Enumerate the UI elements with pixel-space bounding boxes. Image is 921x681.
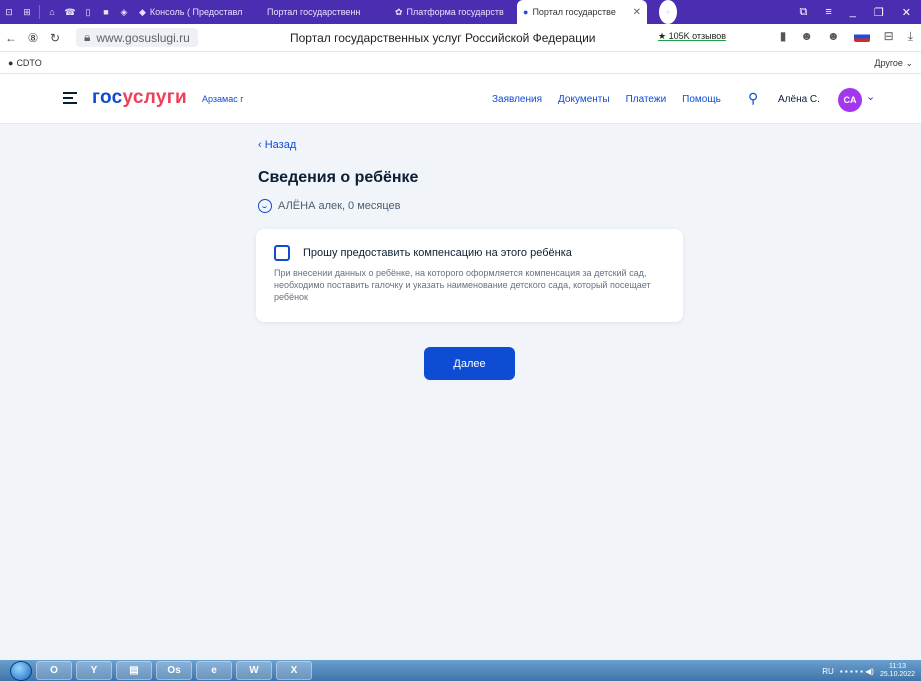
extension-icon[interactable]: ☻ — [800, 29, 813, 44]
tab-separator — [39, 5, 40, 19]
tray-icons[interactable]: ▪ ▪ ▪ ▪ ▪ ◀) — [840, 667, 874, 676]
child-info: АЛЁНА алек, 0 месяцев — [258, 199, 401, 213]
clock-date: 25.10.2022 — [879, 671, 915, 678]
nav-documents[interactable]: Документы — [558, 94, 610, 105]
bookmarks-bar: ● СDTO Другое ⌄ — [0, 52, 921, 74]
window-controls: ⧉ ≡ _ ❐ ✕ — [800, 6, 921, 19]
pinned-tab[interactable]: ⊡ — [0, 0, 18, 24]
addr-toolbar: ▮ ☻ ☻ ⊟ ⤓ — [780, 29, 913, 44]
avatar[interactable]: CA — [838, 88, 862, 112]
browser-tab[interactable]: Портал государственн — [261, 0, 389, 24]
browser-tab[interactable]: ◆ Консоль ( Предоставл — [133, 0, 261, 24]
collections-icon[interactable]: ⊟ — [884, 29, 894, 44]
bookmark-item[interactable]: ● СDTO — [8, 58, 42, 68]
browser-tab-active[interactable]: ● Портал государстве ✕ — [517, 0, 647, 24]
logo-part: гос — [92, 87, 123, 108]
tab-label: Консоль ( Предоставл — [149, 7, 243, 17]
close-tab-icon[interactable]: ✕ — [633, 7, 641, 18]
location-selector[interactable]: Арзамас г — [202, 94, 244, 104]
reload-icon[interactable]: ↻ — [44, 31, 66, 45]
main-nav: Заявления Документы Платежи Помощь — [492, 94, 721, 105]
folder-app-icon[interactable]: ▤ — [116, 661, 152, 680]
new-tab-button[interactable]: + — [659, 0, 677, 24]
bookmark-favicon-icon: ● — [8, 57, 14, 68]
page-title: Сведения о ребёнке — [258, 169, 419, 186]
extension-icon[interactable]: ☻ — [827, 29, 840, 44]
lock-icon: 🔒︎ — [84, 30, 91, 44]
ie-app-icon[interactable]: e — [196, 661, 232, 680]
tab-favicon-icon: ✿ — [395, 6, 403, 17]
tabs-icon[interactable]: ⧉ — [800, 6, 808, 19]
url-field[interactable]: 🔒︎ www.gosuslugi.ru — [76, 28, 198, 47]
compensation-checkbox[interactable] — [274, 245, 290, 261]
flag-icon[interactable] — [853, 31, 870, 42]
minimize-icon[interactable]: _ — [850, 6, 856, 19]
address-bar: ← ⑧ ↻ 🔒︎ www.gosuslugi.ru Портал государс… — [0, 24, 921, 52]
clock-time: 11:13 — [888, 663, 906, 670]
language-indicator[interactable]: RU — [822, 667, 834, 676]
download-icon[interactable]: ⤓ — [908, 29, 913, 44]
tab-label: Портал государстве — [532, 7, 616, 17]
tab-favicon-icon: ● — [523, 7, 529, 17]
nav-help[interactable]: Помощь — [682, 94, 721, 105]
nav-payments[interactable]: Платежи — [626, 94, 667, 105]
word-app-icon[interactable]: W — [236, 661, 272, 680]
compensation-checkbox-label[interactable]: Прошу предоставить компенсацию на этого … — [303, 247, 572, 259]
tab-label: Платформа государств — [406, 7, 504, 17]
nav-applications[interactable]: Заявления — [492, 94, 542, 105]
opera-app-icon[interactable]: O — [36, 661, 72, 680]
bookmarks-other-label: Другое — [874, 58, 903, 68]
maximize-icon[interactable]: ❐ — [874, 6, 884, 19]
child-icon — [258, 199, 272, 213]
system-tray: RU ▪ ▪ ▪ ▪ ▪ ◀) 11:13 25.10.2022 — [822, 663, 915, 679]
bookmark-icon[interactable]: ▮ — [780, 29, 787, 44]
excel-app-icon[interactable]: X — [276, 661, 312, 680]
close-window-icon[interactable]: ✕ — [902, 6, 911, 19]
child-name: АЛЁНА алек, 0 месяцев — [278, 200, 401, 212]
browser-tabstrip: ⊡ ⊞ ⌂ ☎ ▯ ■ ◈ ◆ Консоль ( Предоставл Порт… — [0, 0, 921, 24]
site-header: госуслуги Арзамас г Заявления Документы … — [0, 74, 921, 124]
start-button[interactable] — [10, 660, 32, 681]
url-text: www.gosuslugi.ru — [96, 30, 190, 45]
taskbar: O Y ▤ Os e W X RU ▪ ▪ ▪ ▪ ▪ ◀) 11:13 25.… — [0, 660, 921, 681]
next-button[interactable]: Далее — [424, 347, 515, 380]
browser-tab[interactable]: ✿ Платформа государств — [389, 0, 517, 24]
logo-part: услуги — [122, 87, 187, 108]
reviews-link[interactable]: ★ 105K отзывов — [658, 31, 726, 42]
chevron-down-icon[interactable]: ⌄ — [866, 90, 875, 103]
compensation-hint: При внесении данных о ребёнке, на которо… — [274, 268, 651, 302]
pinned-tab[interactable]: ☎ — [61, 0, 79, 24]
pinned-tab[interactable]: ◈ — [115, 0, 133, 24]
user-name[interactable]: Алёна С. — [778, 94, 820, 105]
back-link[interactable]: ‹ Назад — [258, 139, 296, 151]
menu-icon[interactable]: ≡ — [825, 6, 831, 19]
hamburger-menu-icon[interactable] — [63, 92, 77, 107]
yandex-app-icon[interactable]: Y — [76, 661, 112, 680]
pinned-tab[interactable]: ▯ — [79, 0, 97, 24]
back-arrow-icon[interactable]: ← — [0, 31, 22, 45]
pinned-tab[interactable]: ⌂ — [43, 0, 61, 24]
back-label: Назад — [264, 139, 297, 151]
tab-favicon-icon: ◆ — [139, 6, 146, 17]
outlook-app-icon[interactable]: Os — [156, 661, 192, 680]
page-title-bar: Портал государственных услуг Российской … — [290, 31, 596, 45]
pinned-tab[interactable]: ⊞ — [18, 0, 36, 24]
search-icon[interactable]: ⚲ — [748, 90, 758, 107]
pinned-tab[interactable]: ■ — [97, 0, 115, 24]
tab-label: Портал государственн — [267, 7, 361, 17]
compensation-card: Прошу предоставить компенсацию на этого … — [256, 229, 683, 322]
gosuslugi-logo[interactable]: госуслуги — [92, 87, 187, 109]
bookmarks-other[interactable]: Другое ⌄ — [874, 58, 913, 69]
clock[interactable]: 11:13 25.10.2022 — [880, 663, 915, 679]
bookmark-label: СDTO — [16, 57, 42, 68]
protect-icon[interactable]: ⑧ — [22, 31, 44, 45]
